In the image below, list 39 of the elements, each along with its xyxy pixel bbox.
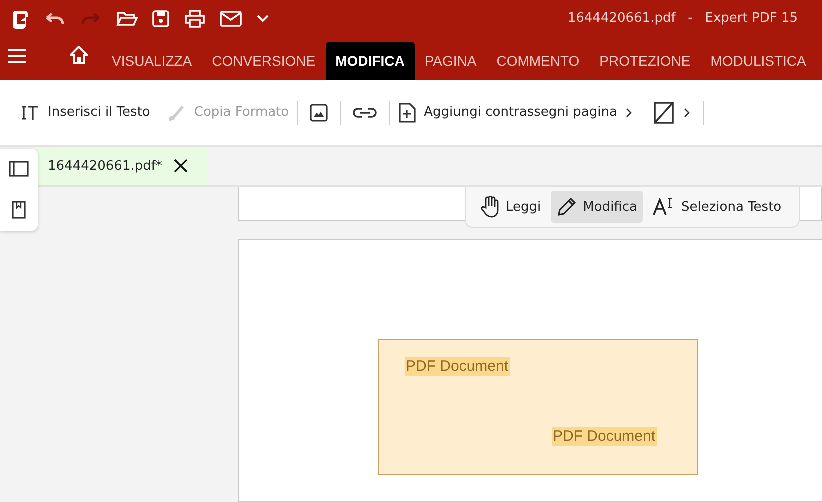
mode-button[interactable]: Modifica [551, 191, 644, 223]
print-icon[interactable] [184, 10, 206, 28]
mode-button[interactable]: Leggi [474, 191, 548, 223]
mode-button[interactable]: Seleziona Testo [647, 191, 788, 223]
document-tab[interactable]: 1644420661.pdf* [38, 147, 208, 185]
add-page-marks-button[interactable]: Aggiungi contrassegni pagina [390, 96, 642, 128]
ribbon-tab[interactable]: PAGINA [414, 42, 487, 80]
ribbon-tab[interactable]: VISUALIZZA [102, 42, 202, 80]
ribbon-tab[interactable]: COMMENTO [486, 42, 590, 80]
ribbon-tab[interactable]: MODULISTICA [700, 42, 816, 80]
page-text: PDF Document [405, 357, 510, 376]
link-icon [353, 106, 378, 118]
app-logo-icon[interactable] [12, 8, 30, 28]
image-icon [310, 104, 328, 122]
ribbon-tab[interactable]: MODIFICA [326, 42, 415, 80]
menu-icon[interactable] [8, 49, 26, 63]
hand-icon [480, 196, 500, 218]
crossed-page-icon [653, 100, 676, 124]
insert-text-button[interactable]: Inserisci il Testo [12, 98, 158, 126]
add-page-icon [398, 102, 416, 122]
save-icon[interactable] [152, 10, 170, 28]
page-text: PDF Document [552, 427, 657, 446]
text-cursor-icon [20, 104, 40, 120]
brush-icon [166, 104, 186, 122]
ribbon-tab[interactable]: CONVERSIONE [202, 42, 326, 80]
window-title: 1644420661.pdf - Expert PDF 15 [568, 11, 798, 26]
ribbon-tab[interactable]: PROTEZIONE [590, 42, 701, 80]
mail-icon[interactable] [220, 10, 242, 26]
chevron-right-icon [625, 108, 634, 118]
chevron-down-icon[interactable] [256, 14, 270, 24]
home-icon[interactable] [70, 46, 88, 64]
panel-icon[interactable] [9, 161, 29, 177]
bookmark-icon[interactable] [12, 201, 26, 219]
document-tab-label: 1644420661.pdf* [48, 158, 162, 174]
undo-icon[interactable] [44, 12, 66, 26]
pencil-icon [557, 197, 578, 217]
chevron-right-icon [683, 108, 692, 118]
folder-icon[interactable] [116, 10, 138, 28]
close-icon[interactable] [174, 159, 188, 173]
